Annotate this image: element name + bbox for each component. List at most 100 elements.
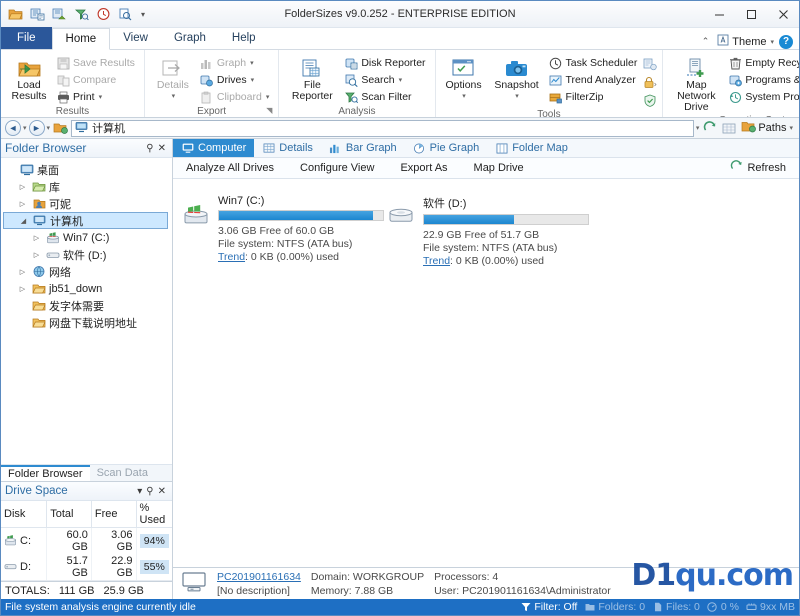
tree-item-software-d[interactable]: ▷ 软件 (D:)	[3, 246, 172, 263]
back-history-caret[interactable]: ▾	[23, 124, 27, 132]
trend-link[interactable]: Trend	[423, 255, 450, 267]
expander[interactable]: ▷	[31, 251, 42, 259]
export-drives-button[interactable]: Drives ▾	[199, 72, 272, 88]
shield-check-icon[interactable]	[642, 92, 658, 108]
ribbon-tab-help[interactable]: Help	[219, 27, 269, 49]
export-dialog-launcher-icon[interactable]: ◥	[266, 104, 272, 117]
ribbon-tab-file[interactable]: File	[1, 27, 52, 49]
open-folder-icon[interactable]	[6, 5, 24, 23]
export-graph-button[interactable]: Graph ▾	[199, 55, 272, 71]
tree-item-user[interactable]: ▷ 可妮	[3, 195, 172, 212]
drive-card-d[interactable]: 软件 (D:) 22.9 GB Free of 51.7 GB File sys…	[388, 195, 593, 567]
maximize-button[interactable]	[735, 1, 767, 28]
tab-bar-graph[interactable]: Bar Graph	[321, 139, 405, 157]
address-dropdown-caret[interactable]: ▾	[696, 124, 700, 132]
snapshot-button[interactable]: Snapshot ▾	[488, 54, 546, 103]
back-button[interactable]: ◄	[5, 120, 21, 136]
options-button[interactable]: Options ▾	[440, 54, 488, 103]
ribbon-tab-home[interactable]: Home	[51, 28, 111, 50]
programs-features-button[interactable]: Programs & Features	[727, 72, 799, 88]
filterzip-button[interactable]: FilterZip	[548, 89, 641, 105]
theme-button[interactable]: Theme ▾	[717, 34, 774, 49]
table-row[interactable]: D: 51.7 GB 22.9 GB 55%	[1, 554, 172, 580]
forward-button[interactable]: ►	[28, 120, 45, 136]
ribbon-tab-graph[interactable]: Graph	[161, 27, 219, 49]
minimize-button[interactable]	[703, 1, 735, 28]
expander[interactable]: ▷	[17, 285, 28, 293]
task-scheduler-button[interactable]: Task Scheduler	[548, 55, 641, 71]
export-as-button[interactable]: Export As	[387, 162, 460, 174]
expander[interactable]: ◢	[18, 217, 29, 225]
details-export-caret[interactable]: ▾	[172, 91, 176, 102]
search-button[interactable]: Search ▾	[343, 72, 428, 88]
refresh-icon[interactable]	[701, 120, 718, 137]
lock-icon[interactable]	[642, 74, 658, 90]
tab-computer[interactable]: Computer	[173, 139, 255, 157]
disk-reporter-button[interactable]: Disk Reporter	[343, 55, 428, 71]
tree-item-win7-c[interactable]: ▷ Win7 (C:)	[3, 229, 172, 246]
print-button[interactable]: Print ▾	[55, 89, 138, 105]
options-caret[interactable]: ▾	[462, 91, 466, 102]
history-icon[interactable]	[94, 5, 112, 23]
tree-item-font-folder[interactable]: 发字体需要	[3, 297, 172, 314]
close-button[interactable]	[767, 1, 799, 28]
scan-filter-icon[interactable]	[72, 5, 90, 23]
system-protection-button[interactable]: System Protection	[727, 89, 799, 105]
expander[interactable]: ▷	[17, 200, 28, 208]
scan-filter-button[interactable]: Scan Filter	[343, 89, 428, 105]
save-results-button[interactable]: Save Results	[55, 55, 138, 71]
expander[interactable]: ▷	[31, 234, 42, 242]
collapse-ribbon-icon[interactable]: ⌃	[699, 36, 713, 47]
close-panel-icon[interactable]: ✕	[156, 143, 168, 154]
map-network-drive-button[interactable]: Map Network Drive	[667, 54, 725, 114]
expander[interactable]: ▷	[17, 183, 28, 191]
col-free[interactable]: Free	[91, 501, 137, 528]
paths-button[interactable]: Paths ▾	[739, 120, 795, 136]
snapshot-caret[interactable]: ▾	[515, 91, 519, 102]
tab-folder-browser[interactable]: Folder Browser	[1, 465, 90, 481]
folder-tree[interactable]: 桌面 ▷ 库 ▷ 可妮 ◢ 计算机 ▷ Win7 (C:) ▷ 软件 (D:) …	[1, 158, 172, 464]
help-icon[interactable]: ?	[779, 34, 793, 49]
empty-recycle-bin-button[interactable]: Empty Recycle Bin	[727, 55, 799, 71]
print-caret[interactable]: ▾	[99, 93, 103, 101]
report-settings-icon[interactable]	[642, 56, 658, 72]
drive-space-menu-caret[interactable]: ▾	[135, 486, 144, 497]
export-drives-caret[interactable]: ▾	[251, 76, 255, 84]
tree-item-jb51-down[interactable]: ▷ jb51_down	[3, 280, 172, 297]
file-reporter-button[interactable]: File Reporter	[283, 54, 341, 103]
compare-button[interactable]: Compare	[55, 72, 138, 88]
search-caret[interactable]: ▾	[399, 76, 403, 84]
load-results-button[interactable]: Load Results	[5, 54, 53, 103]
details-export-button[interactable]: Details ▾	[149, 54, 197, 103]
tree-item-libraries[interactable]: ▷ 库	[3, 178, 172, 195]
export-graph-caret[interactable]: ▾	[250, 59, 254, 67]
table-row[interactable]: C: 60.0 GB 3.06 GB 94%	[1, 527, 172, 554]
browse-folder-icon[interactable]	[52, 120, 69, 137]
scan-folder-icon[interactable]	[28, 5, 46, 23]
tab-details[interactable]: Details	[254, 139, 321, 157]
tree-item-desktop[interactable]: 桌面	[3, 161, 172, 178]
close-panel-icon[interactable]: ✕	[156, 486, 168, 497]
export-clipboard-caret[interactable]: ▾	[266, 93, 270, 101]
drive-card-c[interactable]: Win7 (C:) 3.06 GB Free of 60.0 GB File s…	[183, 195, 388, 567]
scan-report-icon[interactable]	[50, 5, 68, 23]
tree-item-netdisk-folder[interactable]: 网盘下载说明地址	[3, 314, 172, 331]
trend-link[interactable]: Trend	[218, 251, 245, 263]
configure-view-button[interactable]: Configure View	[287, 162, 387, 174]
col-used[interactable]: % Used	[136, 501, 172, 528]
expander[interactable]: ▷	[17, 268, 28, 276]
tree-item-network[interactable]: ▷ 网络	[3, 263, 172, 280]
pin-icon[interactable]: ⚲	[144, 486, 155, 497]
address-input[interactable]: 计算机	[71, 119, 694, 137]
tab-scan-data[interactable]: Scan Data	[90, 465, 155, 481]
pin-icon[interactable]: ⚲	[144, 143, 155, 154]
refresh-button[interactable]: Refresh	[717, 160, 799, 176]
col-disk[interactable]: Disk	[1, 501, 48, 528]
theme-caret[interactable]: ▾	[770, 38, 774, 46]
ribbon-tab-view[interactable]: View	[110, 27, 161, 49]
col-total[interactable]: Total	[46, 501, 92, 528]
tree-item-computer[interactable]: ◢ 计算机	[3, 212, 168, 229]
export-clipboard-button[interactable]: Clipboard ▾	[199, 89, 272, 105]
trend-analyzer-button[interactable]: Trend Analyzer	[548, 72, 641, 88]
tab-pie-graph[interactable]: Pie Graph	[405, 139, 488, 157]
